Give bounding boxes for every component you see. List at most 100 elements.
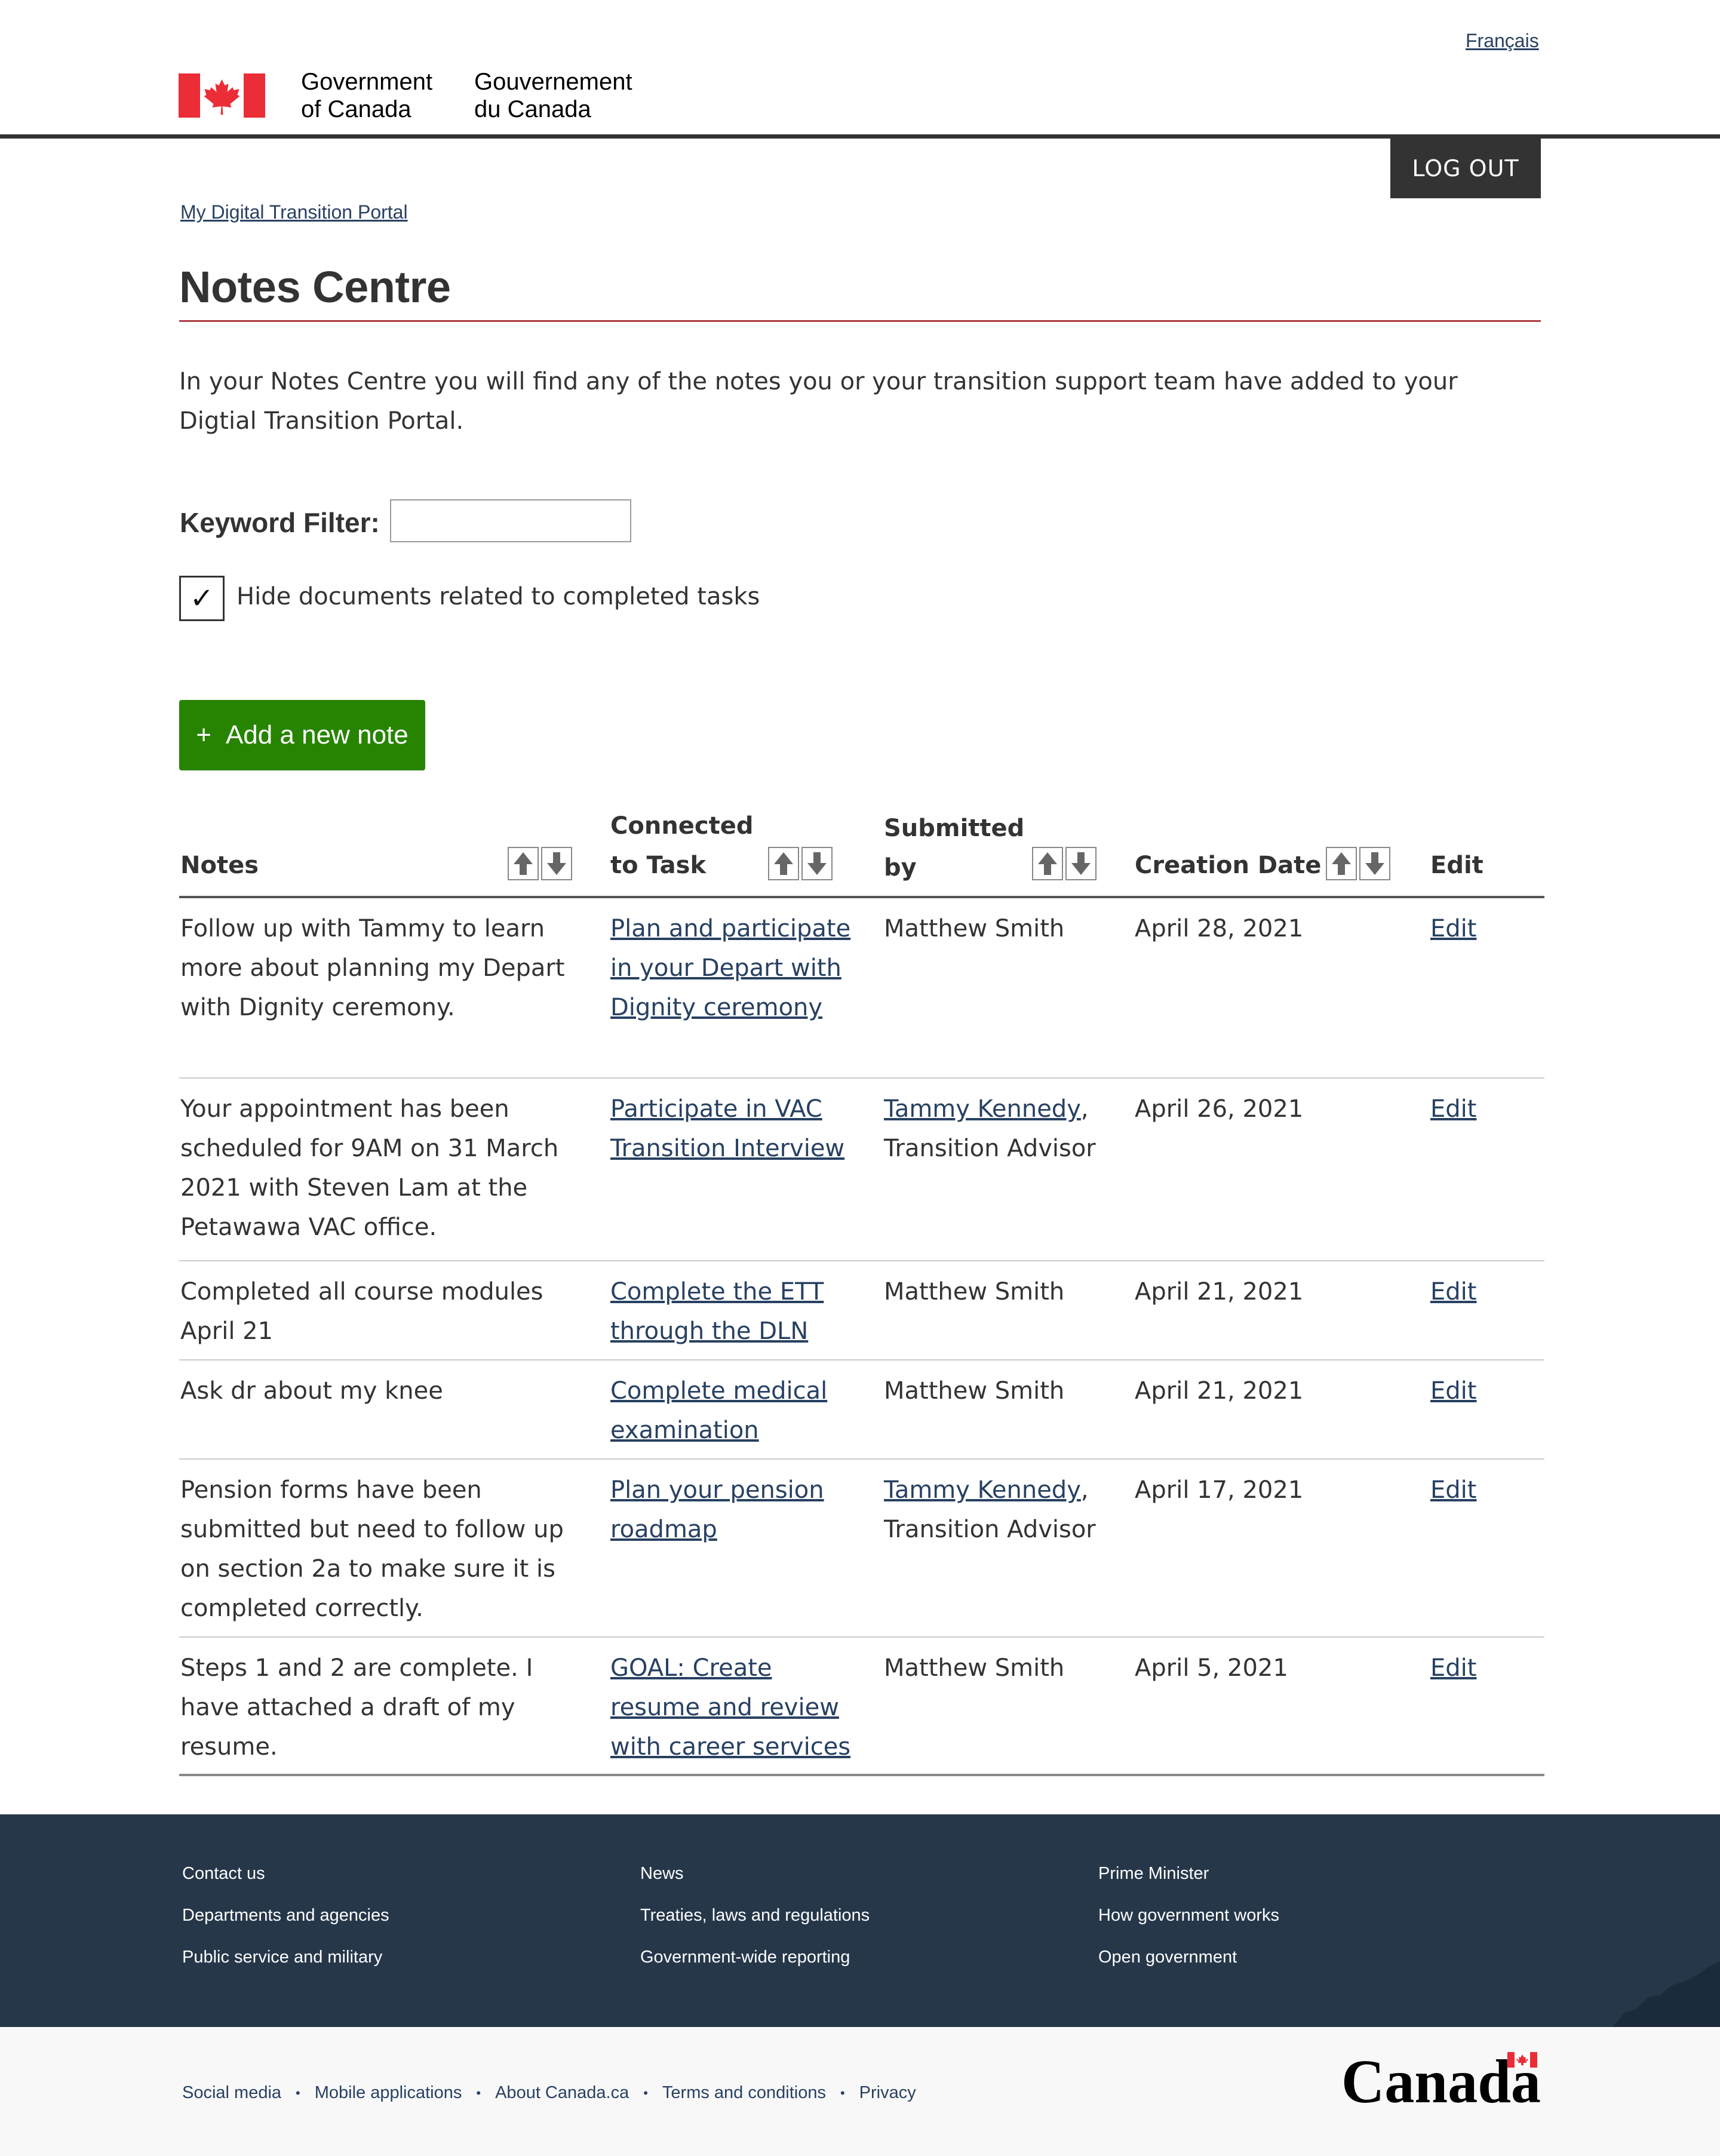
submitted-by-text: Matthew Smith (884, 1654, 1065, 1682)
edit-link[interactable]: Edit (1430, 1272, 1476, 1312)
creation-date: April 26, 2021 (1135, 1095, 1304, 1123)
footer-main: Contact us Departments and agencies Publ… (0, 1814, 1720, 2027)
note-text: Completed all course modules April 21 (180, 1278, 543, 1345)
table-row: Pension forms have been submitted but ne… (179, 1460, 1544, 1638)
sort-descending-icon[interactable] (541, 847, 572, 880)
submitted-by: Matthew Smith (884, 909, 1123, 948)
connected-task-link[interactable]: Plan your pension roadmap (610, 1470, 861, 1549)
connected-task-link[interactable]: GOAL: Create resume and review with care… (610, 1648, 861, 1767)
connected-task-link[interactable]: Complete medical examination (610, 1371, 861, 1450)
signature-fr-line2: du Canada (474, 96, 591, 122)
hide-completed-label: Hide documents related to completed task… (236, 583, 760, 610)
table-row: Steps 1 and 2 are complete. I have attac… (179, 1638, 1544, 1776)
submitted-by: Tammy Kennedy, Transition Advisor (884, 1470, 1123, 1549)
submitted-by-text: Matthew Smith (884, 915, 1065, 942)
footer-link-reporting[interactable]: Government-wide reporting (640, 1936, 870, 1978)
footer-link-prime-minister[interactable]: Prime Minister (1098, 1853, 1279, 1894)
connected-task-link[interactable]: Plan and participate in your Depart with… (610, 909, 861, 1027)
submitted-by: Matthew Smith (884, 1272, 1123, 1312)
connected-task-link[interactable]: Participate in VAC Transition Interview (610, 1089, 861, 1168)
submitted-by: Matthew Smith (884, 1371, 1123, 1411)
footer-link-open-government[interactable]: Open government (1098, 1936, 1279, 1978)
title-underline (179, 320, 1541, 322)
header-creation-date: Creation Date (1135, 852, 1322, 879)
sort-ascending-icon[interactable] (508, 847, 539, 880)
signature-en-line2: of Canada (301, 96, 411, 122)
government-signature: Government of Canada Gouvernement du Can… (179, 66, 665, 125)
checkmark-icon: ✓ (189, 582, 214, 615)
sort-ascending-icon[interactable] (768, 847, 799, 880)
sub-link-privacy[interactable]: Privacy (859, 2083, 916, 2103)
footer-link-treaties[interactable]: Treaties, laws and regulations (640, 1894, 870, 1936)
sort-descending-icon[interactable] (801, 847, 833, 880)
submitter-link[interactable]: Tammy Kennedy (884, 1476, 1081, 1504)
sort-creation-date (1326, 847, 1390, 880)
note-text: Steps 1 and 2 are complete. I have attac… (180, 1654, 533, 1761)
separator-dot: • (296, 2085, 300, 2100)
sub-link-mobile-apps[interactable]: Mobile applications (315, 2083, 462, 2103)
sort-notes (508, 847, 572, 880)
edit-link[interactable]: Edit (1430, 1371, 1476, 1411)
sort-descending-icon[interactable] (1359, 847, 1390, 880)
note-text: Ask dr about my knee (180, 1377, 443, 1405)
footer-link-public-service[interactable]: Public service and military (182, 1936, 389, 1978)
table-row: Follow up with Tammy to learn more about… (179, 898, 1544, 1079)
add-new-note-button[interactable]: + Add a new note (179, 700, 425, 770)
logout-button[interactable]: LOG OUT (1390, 139, 1541, 198)
keyword-filter-input[interactable] (390, 499, 631, 542)
sort-ascending-icon[interactable] (1326, 847, 1357, 880)
creation-date: April 21, 2021 (1135, 1278, 1304, 1306)
edit-link[interactable]: Edit (1430, 1470, 1476, 1510)
creation-date: April 5, 2021 (1135, 1654, 1288, 1682)
submitter-link[interactable]: Tammy Kennedy (884, 1095, 1081, 1123)
signature-english: Government of Canada (301, 68, 474, 123)
edit-link[interactable]: Edit (1430, 909, 1476, 948)
sub-link-terms[interactable]: Terms and conditions (662, 2083, 826, 2103)
add-new-note-label: Add a new note (225, 720, 408, 750)
sub-link-social-media[interactable]: Social media (182, 2083, 281, 2103)
edit-link[interactable]: Edit (1430, 1089, 1476, 1129)
language-toggle-link[interactable]: Français (1466, 30, 1539, 52)
sort-ascending-icon[interactable] (1032, 847, 1063, 880)
footer-column-3: Prime Minister How government works Open… (1098, 1853, 1279, 1978)
footer-link-how-government-works[interactable]: How government works (1098, 1894, 1279, 1936)
separator-dot: • (840, 2085, 845, 2100)
header-task-line2: to Task (610, 852, 707, 879)
table-row: Ask dr about my knee Complete medical ex… (179, 1360, 1544, 1460)
creation-date: April 17, 2021 (1135, 1476, 1304, 1504)
header-by-line2: by (884, 854, 917, 882)
sort-connected-task (768, 847, 833, 880)
signature-en-line1: Government (301, 69, 433, 95)
submitted-by-text: Matthew Smith (884, 1377, 1065, 1405)
table-row: Your appointment has been scheduled for … (179, 1079, 1544, 1261)
header-by-line1: Submitted (884, 815, 1025, 842)
footer-column-2: News Treaties, laws and regulations Gove… (640, 1853, 870, 1978)
separator-dot: • (643, 2085, 648, 2100)
footer-column-1: Contact us Departments and agencies Publ… (182, 1853, 389, 1978)
intro-text: In your Notes Centre you will find any o… (179, 368, 1458, 435)
breadcrumb-link[interactable]: My Digital Transition Portal (180, 201, 408, 223)
sort-descending-icon[interactable] (1065, 847, 1096, 880)
header-submitted-by: Submitted by (884, 809, 1024, 887)
table-row: Completed all course modules April 21 Co… (179, 1261, 1544, 1360)
table-header: Notes Connected to Task Submitted by Cre… (179, 806, 1544, 898)
connected-task-link[interactable]: Complete the ETT through the DLN (610, 1272, 861, 1351)
sub-link-about[interactable]: About Canada.ca (495, 2083, 629, 2103)
header-divider (0, 134, 1720, 139)
footer-link-contact-us[interactable]: Contact us (182, 1853, 389, 1894)
page-title: Notes Centre (179, 262, 451, 312)
canada-flag-icon (179, 73, 265, 118)
submitted-by-text: Matthew Smith (884, 1278, 1065, 1306)
header-notes: Notes (180, 852, 259, 879)
submitted-by: Tammy Kennedy, Transition Advisor (884, 1089, 1123, 1168)
footer-link-departments[interactable]: Departments and agencies (182, 1894, 389, 1936)
plus-icon: + (196, 720, 211, 750)
edit-link[interactable]: Edit (1430, 1648, 1476, 1688)
creation-date: April 21, 2021 (1135, 1377, 1304, 1405)
footer-link-news[interactable]: News (640, 1853, 870, 1894)
hide-completed-checkbox[interactable]: ✓ (179, 576, 225, 621)
header-connected-task: Connected to Task (610, 806, 754, 885)
footer-sub-links: Social media • Mobile applications • Abo… (182, 2083, 916, 2103)
separator-dot: • (476, 2085, 481, 2100)
keyword-filter-label: Keyword Filter: (180, 507, 380, 538)
